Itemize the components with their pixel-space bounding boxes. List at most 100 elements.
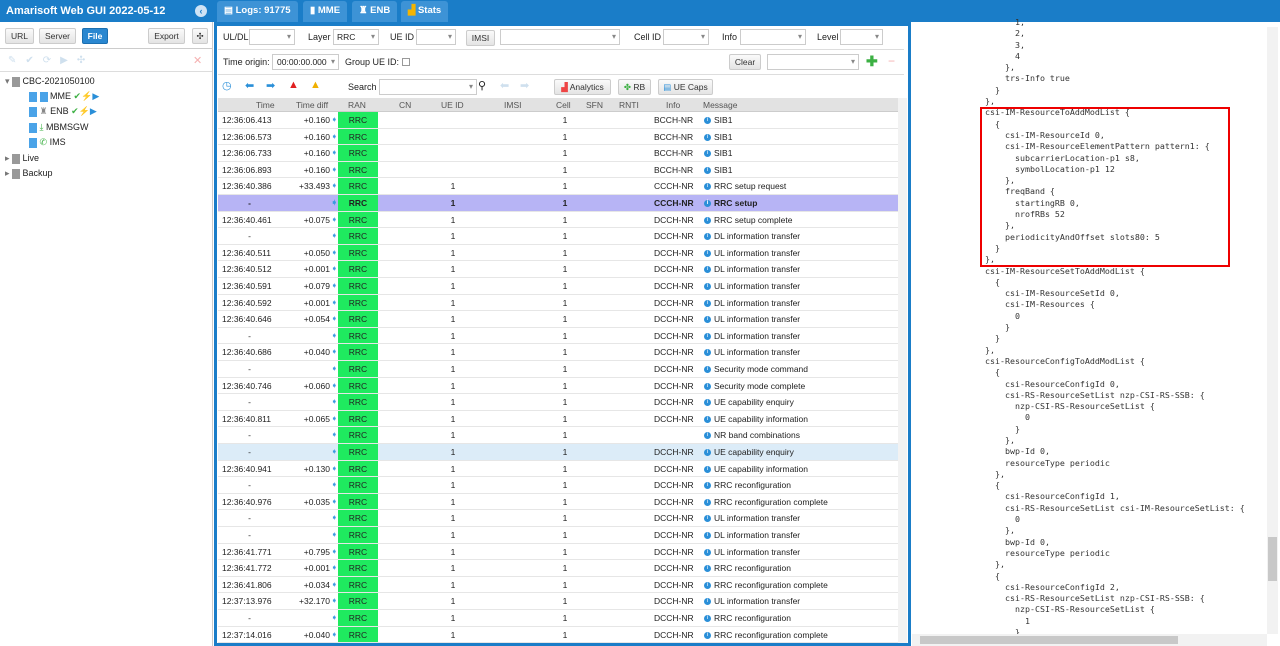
add-icon[interactable]: ✚: [866, 53, 878, 70]
table-row[interactable]: 12:37:14.016 +0.040 ➧ RRC 1 1 DCCH-NR i RRC reco…: [218, 626, 898, 644]
col-ueid[interactable]: UE ID: [441, 100, 464, 110]
table-row[interactable]: - ➧ RRC 1 1 DCCH-NR i UE capability enquiry: [218, 444, 898, 461]
table-row[interactable]: - ➧ RRC 1 1 DCCH-NR i DL information transfer: [218, 228, 898, 245]
imsi-select[interactable]: [500, 29, 620, 45]
arrow-left-icon[interactable]: ⬅: [245, 79, 254, 92]
clock-icon[interactable]: ◷: [222, 79, 232, 92]
rb-button[interactable]: ✤ RB: [618, 79, 651, 95]
table-row[interactable]: 12:36:06.573 +0.160 ➧ RRC 1 BCCH-NR i SIB1: [218, 128, 898, 146]
cellid-label: Cell ID: [634, 32, 662, 42]
url-button[interactable]: URL: [5, 28, 34, 44]
table-row[interactable]: - ➧ RRC 1 1 DCCH-NR i DL information transfer: [218, 527, 898, 544]
scrollbar-thumb[interactable]: [1268, 537, 1277, 581]
table-row[interactable]: 12:36:40.686 +0.040 ➧ RRC 1 1 DCCH-NR i UL infor…: [218, 344, 898, 361]
table-row[interactable]: - ➧ RRC 1 1 DCCH-NR i UL information transfer: [218, 510, 898, 527]
col-cn[interactable]: CN: [399, 100, 411, 110]
analytics-button[interactable]: ▟ Analytics: [554, 79, 611, 95]
col-ran[interactable]: RAN: [348, 100, 366, 110]
prev-result-icon[interactable]: ⬅: [500, 79, 509, 92]
warning-icon[interactable]: ▲: [310, 79, 321, 91]
tree-item-live[interactable]: ▸ Live: [5, 151, 39, 165]
search-input[interactable]: [379, 79, 477, 95]
next-result-icon[interactable]: ➡: [520, 79, 529, 92]
table-row[interactable]: 12:37:13.976 +32.170 ➧ RRC 1 1 DCCH-NR i UL info…: [218, 593, 898, 610]
table-row[interactable]: 12:36:41.771 +0.795 ➧ RRC 1 1 DCCH-NR i UL infor…: [218, 543, 898, 561]
detail-horizontal-scrollbar[interactable]: [912, 634, 1267, 646]
col-time[interactable]: Time: [256, 100, 275, 110]
play-icon[interactable]: ▶: [92, 91, 99, 101]
table-row[interactable]: - ➧ RRC 1 1 CCCH-NR i RRC setup: [218, 195, 898, 212]
tree-item-ims[interactable]: ✆ IMS: [29, 135, 66, 149]
cell-info: DCCH-NR: [654, 596, 694, 607]
table-row[interactable]: 12:36:40.386 +33.493 ➧ RRC 1 1 CCCH-NR i RRC set…: [218, 178, 898, 195]
table-row[interactable]: - ➧ RRC 1 1 DCCH-NR i RRC reconfiguration: [218, 610, 898, 627]
col-sfn[interactable]: SFN: [586, 100, 603, 110]
table-row[interactable]: 12:36:40.941 +0.130 ➧ RRC 1 1 DCCH-NR i UE capab…: [218, 460, 898, 478]
server-button[interactable]: Server: [39, 28, 76, 44]
layer-select[interactable]: RRC: [333, 29, 379, 45]
table-row[interactable]: - ➧ RRC 1 1 DCCH-NR i Security mode command: [218, 361, 898, 378]
table-row[interactable]: 12:36:40.511 +0.050 ➧ RRC 1 1 DCCH-NR i UL infor…: [218, 244, 898, 262]
clear-button[interactable]: Clear: [729, 54, 761, 70]
tab-stats[interactable]: ▟ Stats: [401, 1, 449, 22]
play-icon[interactable]: ▶: [90, 106, 97, 116]
file-button[interactable]: File: [82, 28, 108, 44]
info-select[interactable]: [740, 29, 806, 45]
uecaps-button[interactable]: ▤ UE Caps: [658, 79, 713, 95]
delete-icon[interactable]: ✕: [193, 54, 202, 67]
table-row[interactable]: 12:36:41.806 +0.034 ➧ RRC 1 1 DCCH-NR i RRC reco…: [218, 576, 898, 594]
table-row[interactable]: - ➧ RRC 1 1 DCCH-NR i RRC reconfiguration: [218, 477, 898, 494]
table-row[interactable]: 12:36:40.512 +0.001 ➧ RRC 1 1 DCCH-NR i DL infor…: [218, 261, 898, 278]
level-select[interactable]: [840, 29, 883, 45]
col-rnti[interactable]: RNTI: [619, 100, 639, 110]
filter-preset-select[interactable]: [767, 54, 859, 70]
arrow-right-icon[interactable]: ➡: [266, 79, 275, 92]
table-row[interactable]: - ➧ RRC 1 1 i NR band combinations: [218, 427, 898, 444]
uldl-select[interactable]: [249, 29, 295, 45]
scrollbar-thumb[interactable]: [920, 636, 1178, 644]
table-row[interactable]: 12:36:06.733 +0.160 ➧ RRC 1 BCCH-NR i SIB1: [218, 145, 898, 162]
table-row[interactable]: - ➧ RRC 1 1 DCCH-NR i DL information transfer: [218, 327, 898, 345]
remove-icon[interactable]: −: [888, 54, 895, 68]
detail-line: csi-IM-Resources {: [985, 299, 1095, 310]
col-info[interactable]: Info: [666, 100, 680, 110]
tab-enb[interactable]: ♜ ENB: [352, 1, 398, 22]
col-time-diff[interactable]: Time diff: [296, 100, 328, 110]
col-message[interactable]: Message: [703, 100, 738, 110]
table-row[interactable]: 12:36:40.591 +0.079 ➧ RRC 1 1 DCCH-NR i UL infor…: [218, 278, 898, 295]
table-scrollbar[interactable]: [898, 98, 907, 643]
table-row[interactable]: 12:36:40.646 +0.054 ➧ RRC 1 1 DCCH-NR i UL infor…: [218, 311, 898, 328]
table-row[interactable]: 12:36:41.772 +0.001 ➧ RRC 1 1 DCCH-NR i RRC reco…: [218, 560, 898, 577]
col-cell[interactable]: Cell: [556, 100, 571, 110]
export-button[interactable]: Export: [148, 28, 185, 44]
detail-vertical-scrollbar[interactable]: [1267, 27, 1278, 634]
table-row[interactable]: 12:36:40.592 +0.001 ➧ RRC 1 1 DCCH-NR i DL infor…: [218, 294, 898, 312]
settings-icon[interactable]: ✣: [192, 28, 208, 44]
tab-logs[interactable]: ▤ Logs: 91775: [217, 1, 298, 22]
table-row[interactable]: 12:36:40.746 +0.060 ➧ RRC 1 1 DCCH-NR i Security…: [218, 377, 898, 395]
cellid-select[interactable]: [663, 29, 709, 45]
group-ueid-checkbox[interactable]: [402, 58, 410, 66]
col-imsi[interactable]: IMSI: [504, 100, 521, 110]
collapse-panel-icon[interactable]: ‹: [195, 5, 207, 17]
cell-message: DL information transfer: [714, 330, 801, 341]
tree-item-backup[interactable]: ▸ Backup: [5, 166, 53, 180]
info-icon: i: [704, 565, 711, 573]
table-row[interactable]: 12:36:06.893 +0.160 ➧ RRC 1 BCCH-NR i SIB1: [218, 161, 898, 179]
table-row[interactable]: 12:36:40.976 +0.035 ➧ RRC 1 1 DCCH-NR i RRC reco…: [218, 493, 898, 511]
table-row[interactable]: - ➧ RRC 1 1 DCCH-NR i UE capability enquiry: [218, 394, 898, 411]
tab-mme[interactable]: ▮ MME: [303, 1, 348, 22]
ueid-select[interactable]: [416, 29, 456, 45]
binoculars-icon[interactable]: ⚲: [478, 79, 486, 92]
error-icon[interactable]: ▲: [288, 79, 299, 91]
table-row[interactable]: 12:36:40.461 +0.075 ➧ RRC 1 1 DCCH-NR i RRC setu…: [218, 211, 898, 229]
imsi-button[interactable]: IMSI: [466, 30, 495, 46]
cell-info: DCCH-NR: [654, 347, 694, 358]
tree-item-mbmsgw[interactable]: ⤓ MBMSGW: [29, 120, 89, 134]
tree-item-mme[interactable]: MME ✔⚡▶: [29, 89, 99, 103]
tree-root[interactable]: ▾ CBC-2021050100: [5, 74, 95, 88]
time-origin-input[interactable]: 00:00:00.000: [272, 54, 339, 70]
table-row[interactable]: 12:36:40.811 +0.065 ➧ RRC 1 1 DCCH-NR i UE capab…: [218, 410, 898, 428]
table-row[interactable]: 12:36:06.413 +0.160 ➧ RRC 1 BCCH-NR i SIB1: [218, 112, 898, 129]
tree-item-enb[interactable]: ♜ ENB ✔⚡▶: [29, 104, 97, 118]
